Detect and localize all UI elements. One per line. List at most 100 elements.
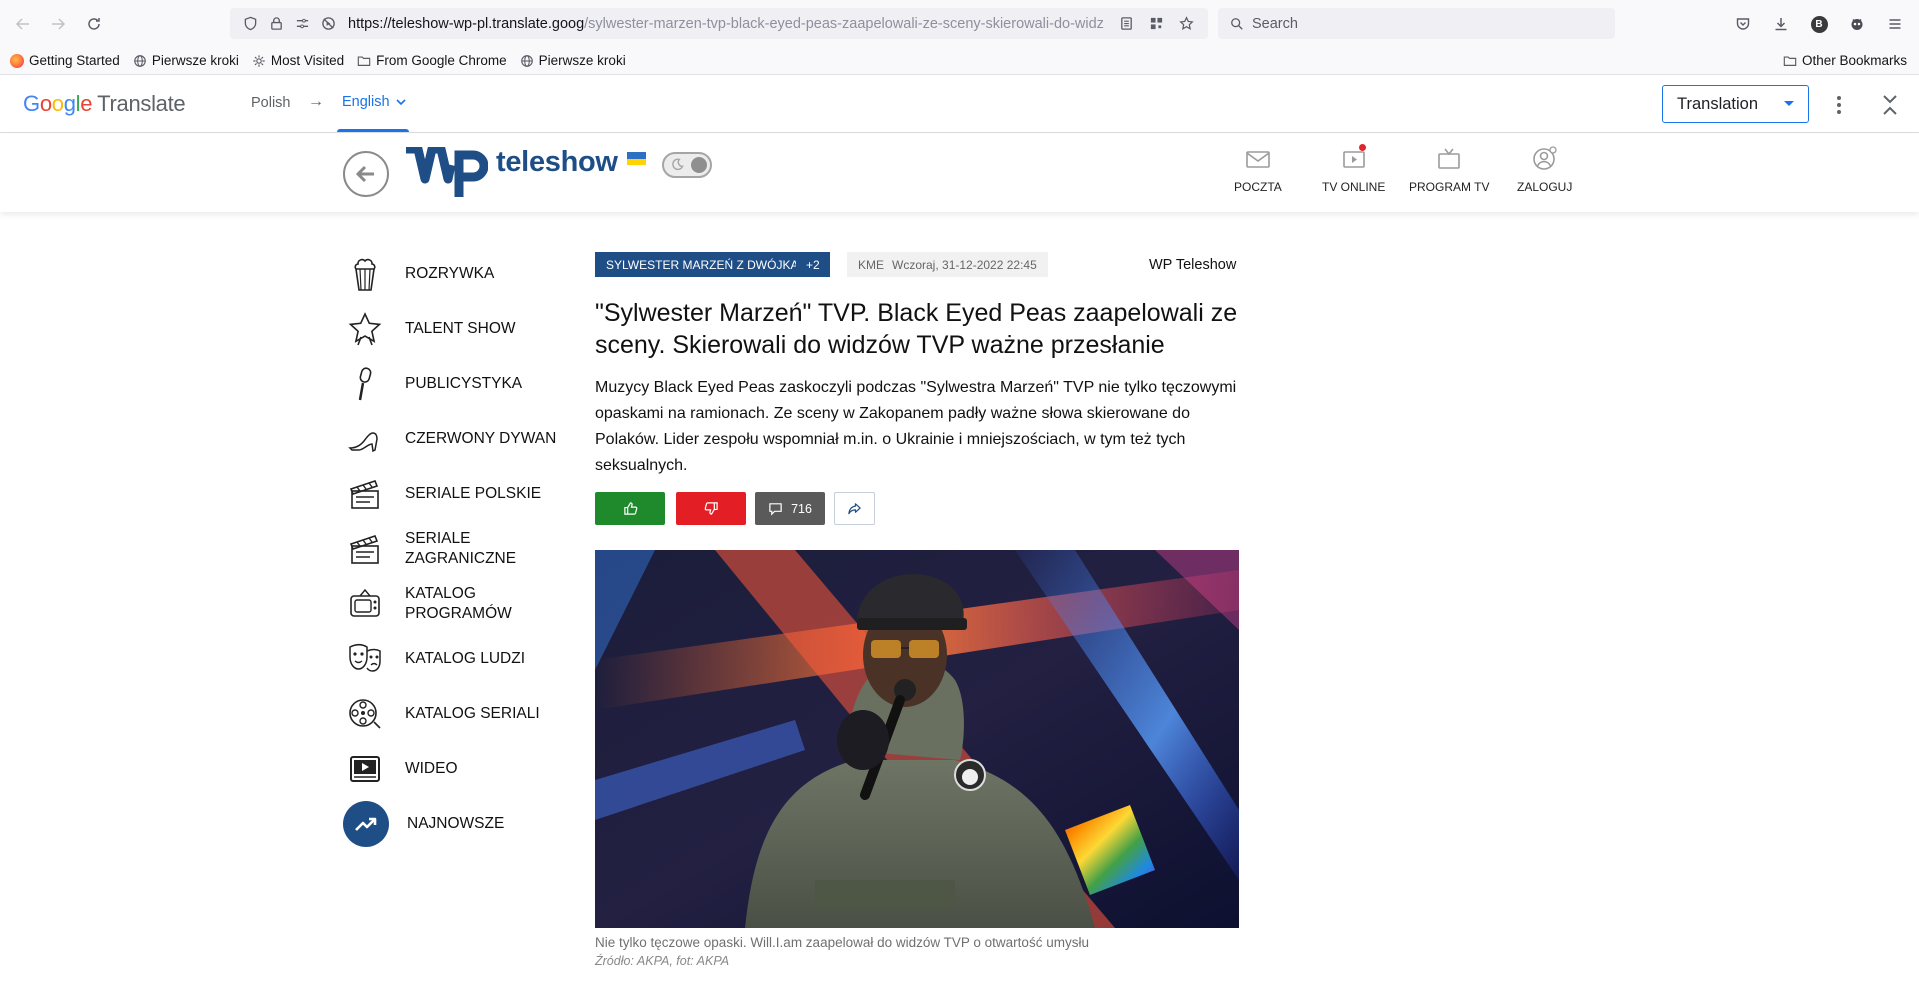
dot-icon	[1837, 110, 1841, 114]
collapse-icon	[1883, 95, 1897, 115]
film-reel-icon	[343, 692, 387, 736]
article-title: "Sylwester Marzeń" TVP. Black Eyed Peas …	[595, 299, 1238, 359]
dropdown-caret-icon	[1784, 101, 1794, 106]
search-bar[interactable]: Search	[1218, 8, 1615, 39]
wp-logo-icon[interactable]	[404, 147, 488, 199]
nav-poczta[interactable]: POCZTA	[1234, 146, 1282, 194]
sidebar-item-czerwony-dywan[interactable]: CZERWONY DYWAN	[343, 417, 565, 461]
sidebar-item-publicystyka[interactable]: PUBLICYSTYKA	[343, 362, 565, 406]
ukraine-flag-icon	[627, 152, 646, 165]
extension-button[interactable]	[1839, 6, 1875, 42]
sidebar-item-katalog-seriali[interactable]: KATALOG SERIALI	[343, 692, 565, 736]
sidebar-item-rozrywka[interactable]: ROZRYWKA	[343, 252, 565, 296]
more-tags-button[interactable]: +2	[796, 252, 830, 277]
share-button[interactable]	[834, 492, 875, 525]
download-icon	[1775, 18, 1787, 31]
sidebar-item-wideo[interactable]: WIDEO	[343, 747, 565, 791]
reload-button[interactable]	[76, 6, 112, 42]
downloads-button[interactable]	[1763, 6, 1799, 42]
image-caption: Nie tylko tęczowe opaski. Will.I.am zaap…	[595, 935, 1089, 950]
url-text[interactable]: https://teleshow-wp-pl.translate.goog/sy…	[348, 16, 1128, 32]
dark-mode-toggle[interactable]	[662, 152, 712, 178]
dot-icon	[1837, 96, 1841, 100]
sidebar-item-najnowsze[interactable]: NAJNOWSZE	[343, 801, 567, 847]
sidebar-item-label: ROZRYWKA	[405, 265, 495, 282]
image-credit: Źródło: AKPA, fot: AKPA	[595, 954, 730, 968]
app-menu-button[interactable]	[1877, 6, 1913, 42]
url-host: https://teleshow-wp-pl.translate.goog	[348, 15, 585, 32]
nav-tv-online[interactable]: TV ONLINE	[1322, 144, 1385, 194]
gear-icon	[253, 54, 265, 67]
comments-button[interactable]: 716	[755, 492, 825, 525]
bookmark-star-icon[interactable]	[1174, 11, 1198, 35]
globe-icon	[520, 54, 533, 67]
bookmarks-toolbar: Getting Started Pierwsze kroki Most Visi…	[0, 47, 1919, 75]
teleshow-brand[interactable]: teleshow	[496, 146, 618, 179]
view-mode-select[interactable]: Translation	[1662, 85, 1809, 123]
nav-label: ZALOGUJ	[1517, 180, 1573, 194]
article-date: Wczoraj, 31-12-2022 22:45	[892, 257, 1037, 272]
more-options-button[interactable]	[1828, 93, 1850, 117]
other-bookmarks-label: Other Bookmarks	[1801, 53, 1907, 68]
dot-icon	[1837, 103, 1841, 107]
nav-program-tv[interactable]: PROGRAM TV	[1409, 146, 1489, 194]
bookmark-getting-started[interactable]: Getting Started	[10, 53, 120, 68]
live-dot	[1359, 144, 1366, 151]
tracking-shield-icon[interactable]	[238, 12, 262, 36]
lock-icon[interactable]	[264, 12, 288, 36]
arrow-left-icon	[355, 165, 374, 183]
collapse-translate-bar-button[interactable]	[1878, 93, 1902, 117]
active-language-indicator	[337, 129, 409, 132]
view-mode-label: Translation	[1677, 94, 1759, 113]
search-icon	[1231, 17, 1243, 30]
pocket-button[interactable]	[1725, 6, 1761, 42]
back-button[interactable]	[5, 6, 41, 42]
sidebar-item-katalog-ludzi[interactable]: KATALOG LUDZI	[343, 637, 565, 681]
comment-icon	[769, 503, 782, 516]
arrow-right-icon	[52, 18, 66, 30]
user-icon	[1532, 146, 1557, 170]
translate-arrow: →	[308, 93, 324, 110]
pocket-icon	[1736, 18, 1750, 30]
qr-code-icon[interactable]	[1144, 11, 1168, 35]
sidebar-item-seriale-zagraniczne[interactable]: SERIALE ZAGRANICZNE	[343, 527, 565, 571]
sidebar-item-label: SERIALE ZAGRANICZNE	[405, 530, 517, 567]
sidebar-item-talent-show[interactable]: TALENT SHOW	[343, 307, 565, 351]
sidebar-item-katalog-programow[interactable]: KATALOG PROGRAMÓW	[343, 582, 565, 626]
video-icon	[343, 747, 387, 791]
popcorn-icon	[343, 252, 387, 296]
sidebar-item-label: WIDEO	[405, 760, 458, 777]
masks-icon	[343, 637, 387, 681]
category-tag[interactable]: SYLWESTER MARZEŃ Z DWÓJKĄ	[595, 252, 810, 277]
back-to-wp-button[interactable]	[343, 151, 389, 197]
bookmark-pierwsze-kroki-2[interactable]: Pierwsze kroki	[520, 53, 626, 68]
bookmark-most-visited[interactable]: Most Visited	[252, 53, 344, 68]
chevron-down-icon	[395, 99, 406, 106]
bookmark-pierwsze-kroki[interactable]: Pierwsze kroki	[133, 53, 239, 68]
source-language[interactable]: Polish	[251, 95, 291, 111]
nav-zaloguj[interactable]: ZALOGUJ	[1517, 146, 1572, 194]
share-arrow-icon	[848, 503, 861, 515]
article-hero-image[interactable]	[595, 550, 1239, 928]
bookmark-label: Pierwsze kroki	[538, 53, 626, 68]
folder-icon	[1783, 55, 1797, 66]
microphone-icon	[343, 362, 387, 406]
like-button[interactable]	[595, 492, 665, 525]
firefox-icon	[10, 53, 24, 68]
sidebar-item-seriale-polskie[interactable]: SERIALE POLSKIE	[343, 472, 565, 516]
article-source: WP Teleshow	[1149, 257, 1237, 273]
clapperboard-icon	[343, 472, 387, 516]
reader-view-icon[interactable]	[1114, 11, 1138, 35]
other-bookmarks[interactable]: Other Bookmarks	[1783, 53, 1907, 68]
moon-icon	[672, 158, 684, 171]
account-button[interactable]: B	[1801, 6, 1837, 42]
dislike-button[interactable]	[676, 492, 746, 525]
google-translate-logo[interactable]: Google Translate	[23, 91, 186, 117]
autoplay-blocked-icon[interactable]	[316, 12, 340, 36]
target-language-dropdown[interactable]: English	[342, 94, 407, 110]
forward-button[interactable]	[40, 6, 76, 42]
bookmark-folder-from-google-chrome[interactable]: From Google Chrome	[357, 53, 507, 68]
permissions-icon[interactable]	[290, 12, 314, 36]
site-header: teleshow POCZTA TV ONLINE PROGRAM TV ZAL…	[0, 134, 1919, 212]
address-bar[interactable]: https://teleshow-wp-pl.translate.goog/sy…	[230, 8, 1208, 39]
